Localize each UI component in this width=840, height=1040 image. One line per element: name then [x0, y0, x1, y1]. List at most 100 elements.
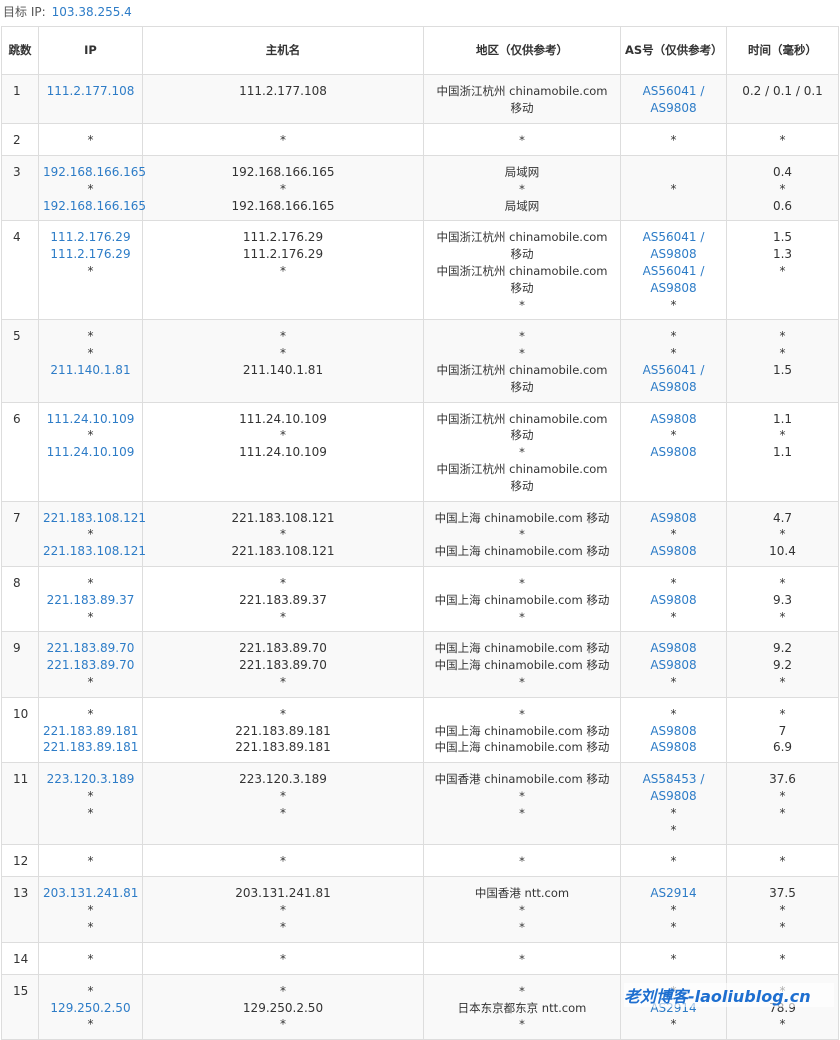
hostname-cell: *	[142, 844, 424, 878]
hop-cell: 11	[1, 762, 39, 846]
ip-cell-line: *	[87, 854, 94, 869]
ip-cell-line[interactable]: 221.183.89.37	[43, 592, 138, 609]
asn-cell-line[interactable]: AS9808	[625, 280, 722, 297]
asn-cell-line[interactable]: AS9808	[625, 246, 722, 263]
target-ip-label: 目标 IP:	[3, 5, 46, 19]
asn-cell-line[interactable]: AS58453 /	[625, 771, 722, 788]
asn-cell-line[interactable]: AS9808	[625, 100, 722, 117]
hostname-cell-line: *	[280, 674, 286, 689]
hostname-cell-line: *	[280, 428, 286, 443]
ip-cell-line: *	[87, 903, 94, 918]
asn-cell-line[interactable]: AS9808	[625, 592, 722, 609]
ip-cell-line[interactable]: 221.183.108.121	[43, 543, 146, 560]
ip-cell-line[interactable]: 111.24.10.109	[43, 444, 138, 461]
location-cell-line: 局域网	[504, 198, 540, 213]
asn-cell-line[interactable]: AS56041 /	[625, 263, 722, 280]
asn-cell-line[interactable]: AS9808	[625, 723, 722, 740]
asn-cell: *	[620, 123, 727, 156]
ip-cell-line[interactable]: 221.183.89.70	[43, 657, 138, 674]
ip-cell-line: *	[87, 983, 94, 998]
ip-cell: * 221.183.89.37 *	[38, 565, 143, 633]
ip-cell: *	[38, 123, 143, 156]
ip-cell-line[interactable]: 221.183.108.121	[43, 510, 146, 527]
time-cell: 37.6 * *	[726, 762, 839, 846]
asn-cell-line: *	[670, 919, 677, 934]
ip-cell-line: *	[87, 263, 94, 278]
ip-cell-line: *	[87, 951, 94, 966]
ip-cell-line[interactable]: 221.183.89.181	[43, 723, 138, 740]
ip-cell-line: *	[87, 919, 94, 934]
hostname-cell: 111.24.10.109 * 111.24.10.109	[142, 401, 424, 502]
location-cell-line: 中国浙江杭州 chinamobile.com	[436, 230, 608, 245]
hostname-cell-line: *	[280, 919, 286, 934]
hostname-cell-line: 111.2.177.108	[239, 84, 327, 98]
location-cell-line: 中国上海 chinamobile.com 移动	[434, 544, 610, 559]
asn-cell-line: *	[670, 297, 677, 312]
time-cell: *	[726, 844, 839, 878]
ip-cell-line[interactable]: 221.183.89.181	[43, 739, 138, 756]
ip-cell: *	[38, 844, 143, 878]
asn-cell: AS2914 * *	[620, 876, 727, 943]
target-ip-bar: 目标 IP: 103.38.255.4	[0, 0, 840, 24]
asn-cell-line[interactable]: AS56041 /	[625, 229, 722, 246]
location-cell-line: 移动	[510, 478, 534, 493]
header-ip: IP	[38, 26, 143, 75]
ip-cell-line[interactable]: 129.250.2.50	[43, 1000, 138, 1017]
ip-cell-line[interactable]: 111.2.176.29	[43, 229, 138, 246]
ip-cell-line[interactable]: 192.168.166.165	[43, 164, 146, 181]
asn-cell-line[interactable]: AS9808	[625, 411, 722, 428]
ip-cell-line: *	[87, 609, 94, 624]
hop-cell: 7	[1, 500, 39, 567]
table-row: 12 * * * * *	[1, 844, 839, 878]
time-cell-line: 1.5	[772, 362, 793, 377]
table-row: 6 111.24.10.109 * 111.24.10.109 111.24.10.10…	[1, 401, 839, 502]
asn-cell-line[interactable]: AS2914	[625, 885, 722, 902]
watermark-logo: 老刘博客-laoliublog.cn	[624, 983, 834, 1007]
hostname-cell-line: 192.168.166.165	[231, 198, 335, 213]
target-ip-value[interactable]: 103.38.255.4	[52, 5, 132, 19]
asn-cell-line[interactable]: AS9808	[625, 379, 722, 396]
ip-cell-line[interactable]: 192.168.166.165	[43, 198, 146, 215]
ip-cell-line[interactable]: 111.2.177.108	[43, 83, 138, 100]
asn-cell-line[interactable]: AS9808	[625, 444, 722, 461]
asn-cell-line[interactable]: AS9808	[625, 510, 722, 527]
time-cell: * * 1.5	[726, 319, 839, 403]
time-cell-line: *	[779, 346, 786, 361]
hop-cell: 13	[1, 876, 39, 943]
location-cell-line: 移动	[510, 100, 534, 115]
asn-cell-line[interactable]: AS56041 /	[625, 362, 722, 379]
asn-cell-line[interactable]: AS56041 /	[625, 83, 722, 100]
asn-cell-line: *	[670, 805, 677, 820]
hostname-cell-line: *	[280, 854, 286, 869]
asn-cell-line[interactable]: AS9808	[625, 657, 722, 674]
hostname-cell-line: *	[280, 329, 286, 344]
asn-cell-line: *	[670, 329, 677, 344]
ip-cell: * 129.250.2.50 *	[38, 973, 143, 1040]
ip-cell-line[interactable]: 203.131.241.81	[43, 885, 138, 902]
ip-cell-line[interactable]: 111.2.176.29	[43, 246, 138, 263]
time-cell-line: 37.5	[769, 886, 796, 901]
location-cell-line: 移动	[510, 280, 534, 295]
table-header-row: 跳数 IP 主机名 地区（仅供参考） AS号（仅供参考） 时间（毫秒）	[1, 26, 839, 75]
asn-cell: * * AS56041 /AS9808	[620, 319, 727, 403]
asn-cell-line: *	[670, 181, 677, 196]
ip-cell-line[interactable]: 211.140.1.81	[43, 362, 138, 379]
ip-cell-line[interactable]: 221.183.89.70	[43, 640, 138, 657]
location-cell-line: *	[519, 805, 525, 820]
location-cell: * 日本东京都东京 ntt.com *	[423, 973, 621, 1040]
ip-cell-line[interactable]: 111.24.10.109	[43, 411, 138, 428]
location-cell-line: *	[519, 133, 525, 147]
asn-cell-line[interactable]: AS9808	[625, 788, 722, 805]
ip-cell: 203.131.241.81 * *	[38, 876, 143, 943]
ip-cell-line[interactable]: 223.120.3.189	[43, 771, 138, 788]
asn-cell-line[interactable]: AS9808	[625, 640, 722, 657]
hop-cell: 3	[1, 154, 39, 222]
table-row: 9 221.183.89.70 221.183.89.70 * 221.183.89.7…	[1, 631, 839, 698]
asn-cell-line: *	[670, 674, 677, 689]
ip-cell: 111.2.176.29 111.2.176.29 *	[38, 220, 143, 321]
time-cell-line: *	[779, 854, 786, 869]
asn-cell-line[interactable]: AS9808	[625, 739, 722, 756]
asn-cell-line[interactable]: AS9808	[625, 543, 722, 560]
header-hop: 跳数	[1, 26, 39, 75]
ip-cell-line: *	[87, 706, 94, 721]
